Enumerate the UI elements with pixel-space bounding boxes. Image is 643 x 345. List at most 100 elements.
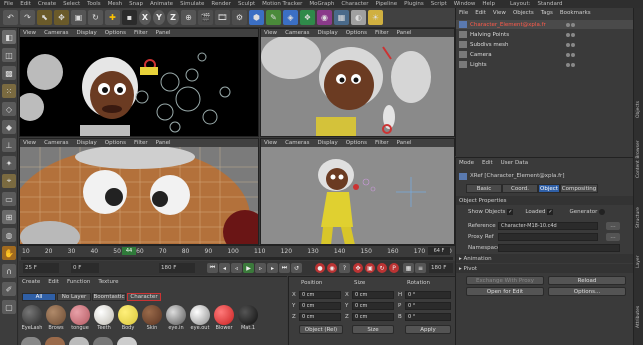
- viewport-menu-view[interactable]: View: [23, 30, 36, 36]
- goto-end-icon[interactable]: ⏭: [279, 263, 290, 273]
- polygon-mode-icon[interactable]: ◆: [2, 120, 16, 134]
- menu-file[interactable]: File: [4, 1, 13, 7]
- material-menu-function[interactable]: Function: [67, 279, 90, 285]
- menu-help[interactable]: Help: [482, 1, 495, 7]
- menu-plugins[interactable]: Plugins: [404, 1, 424, 7]
- om-menu-tags[interactable]: Tags: [541, 10, 553, 16]
- viewport-menu-cameras[interactable]: Cameras: [285, 30, 309, 36]
- viewport-menu-view[interactable]: View: [264, 30, 277, 36]
- viewport-bottom-right[interactable]: View Cameras Display Options Filter Pane…: [260, 138, 455, 245]
- object-row[interactable]: Lights: [456, 60, 634, 69]
- material-tongue[interactable]: tongue: [69, 304, 91, 334]
- menu-window[interactable]: Window: [454, 1, 476, 7]
- viewport-menu-panel[interactable]: Panel: [397, 30, 412, 36]
- deformer-icon[interactable]: ◉: [317, 10, 332, 25]
- timeline-ruler[interactable]: 10 20 30 40 50 60 70 80 90 100 110 120 1…: [19, 245, 455, 261]
- position-x-field[interactable]: 0 cm: [299, 291, 341, 299]
- menu-snap[interactable]: Snap: [129, 1, 143, 7]
- menu-simulate[interactable]: Simulate: [180, 1, 204, 7]
- redo-icon[interactable]: ↷: [20, 10, 35, 25]
- pivot-group[interactable]: ▸ Pivot: [456, 264, 634, 273]
- object-row[interactable]: Character_Element@xpla.fr: [456, 20, 634, 29]
- open-for-edit-button[interactable]: Open for Edit: [466, 287, 544, 296]
- menu-motion-tracker[interactable]: Motion Tracker: [262, 1, 302, 7]
- tab-object[interactable]: Object: [538, 184, 560, 193]
- next-frame-icon[interactable]: ▹: [255, 263, 266, 273]
- texture-mode-icon[interactable]: ▩: [2, 66, 16, 80]
- z-axis-button[interactable]: Z: [167, 10, 179, 25]
- tab-basic[interactable]: Basic: [466, 184, 502, 193]
- material-menu-texture[interactable]: Texture: [98, 279, 118, 285]
- viewport-menu-view[interactable]: View: [264, 140, 277, 146]
- camera-icon[interactable]: ◐: [351, 10, 366, 25]
- material-eye-in[interactable]: eye.in: [165, 304, 187, 334]
- filter-all[interactable]: All: [22, 293, 56, 301]
- key-position-icon[interactable]: ✥: [353, 263, 363, 273]
- material-menu-edit[interactable]: Edit: [48, 279, 59, 285]
- point-mode-icon[interactable]: ⁙: [2, 84, 16, 98]
- tab-coord[interactable]: Coord.: [502, 184, 538, 193]
- size-x-field[interactable]: 0 cm: [352, 291, 394, 299]
- workplane-lock-icon[interactable]: ⊞: [2, 210, 16, 224]
- workplane-icon[interactable]: ▭: [2, 192, 16, 206]
- current-frame-marker[interactable]: 44: [122, 247, 136, 255]
- material-teeth[interactable]: Teeth: [93, 304, 115, 334]
- proxy-field[interactable]: [498, 232, 598, 241]
- rotation-b-field[interactable]: 0 °: [405, 313, 451, 321]
- preview-start-field[interactable]: 0 F: [71, 263, 99, 273]
- magnet-icon[interactable]: ∩: [2, 264, 16, 278]
- menu-select[interactable]: Select: [63, 1, 80, 7]
- make-editable-icon[interactable]: ◧: [2, 30, 16, 44]
- material-skin[interactable]: Skin: [141, 304, 163, 334]
- sculpt-icon[interactable]: ✋: [2, 246, 16, 260]
- viewport-menu-panel[interactable]: Panel: [156, 140, 171, 146]
- loaded-checkbox[interactable]: ✓: [547, 208, 554, 215]
- visibility-dots[interactable]: [566, 52, 580, 57]
- tweak-mode-icon[interactable]: ✦: [2, 156, 16, 170]
- coordinate-mode-select[interactable]: Object (Rel): [299, 325, 343, 334]
- key-param-icon[interactable]: P: [389, 263, 399, 273]
- material-preview[interactable]: [45, 337, 65, 345]
- menu-render[interactable]: Render: [211, 1, 231, 7]
- viewport-menu-display[interactable]: Display: [77, 140, 97, 146]
- viewport-menu-filter[interactable]: Filter: [375, 140, 389, 146]
- generator-radio[interactable]: [599, 208, 606, 215]
- viewport-menu-filter[interactable]: Filter: [134, 30, 148, 36]
- om-menu-objects[interactable]: Objects: [513, 10, 534, 16]
- record-icon[interactable]: ●: [315, 263, 325, 273]
- viewport-menu-display[interactable]: Display: [318, 30, 338, 36]
- light-icon[interactable]: ☀: [368, 10, 383, 25]
- reference-browse-button[interactable]: …: [606, 221, 620, 230]
- menu-script[interactable]: Script: [431, 1, 447, 7]
- pen-icon[interactable]: ✎: [266, 10, 281, 25]
- reference-field[interactable]: Character-M18-10.c4d: [498, 221, 598, 230]
- goto-start-icon[interactable]: ⏮: [207, 263, 218, 273]
- size-mode-select[interactable]: Size: [352, 325, 394, 334]
- subdivision-icon[interactable]: ◈: [283, 10, 298, 25]
- key-menu-icon[interactable]: ≡: [415, 263, 426, 273]
- menu-mesh[interactable]: Mesh: [108, 1, 122, 7]
- position-z-field[interactable]: 0 cm: [299, 313, 341, 321]
- y-axis-button[interactable]: Y: [153, 10, 165, 25]
- render-view-icon[interactable]: 🎬: [198, 10, 213, 25]
- key-select-icon[interactable]: ?: [339, 263, 350, 273]
- autokey-icon[interactable]: ◉: [327, 263, 337, 273]
- viewport-menu-view[interactable]: View: [23, 140, 36, 146]
- show-objects-checkbox[interactable]: ✓: [507, 208, 514, 215]
- material-preview[interactable]: [69, 337, 89, 345]
- viewport-bottom-left[interactable]: View Cameras Display Options Filter Pane…: [19, 138, 259, 245]
- viewport-menu-display[interactable]: Display: [77, 30, 97, 36]
- tab-compositing[interactable]: Compositing: [560, 184, 598, 193]
- menu-sculpt[interactable]: Sculpt: [238, 1, 255, 7]
- render-picture-icon[interactable]: 🎞: [215, 10, 230, 25]
- object-row[interactable]: Halving Points: [456, 30, 634, 39]
- material-eye-out[interactable]: eye.out: [189, 304, 211, 334]
- rail-tab-attributes[interactable]: Attributes: [636, 278, 642, 328]
- lock-icon[interactable]: ▢: [2, 300, 16, 314]
- material-brows[interactable]: Brows: [45, 304, 67, 334]
- viewport-menu-options[interactable]: Options: [346, 30, 367, 36]
- preview-end-field[interactable]: 180 F: [159, 263, 195, 273]
- snap-icon[interactable]: ⌖: [2, 174, 16, 188]
- material-preview[interactable]: [93, 337, 113, 345]
- material-mat1[interactable]: Mat.1: [237, 304, 259, 334]
